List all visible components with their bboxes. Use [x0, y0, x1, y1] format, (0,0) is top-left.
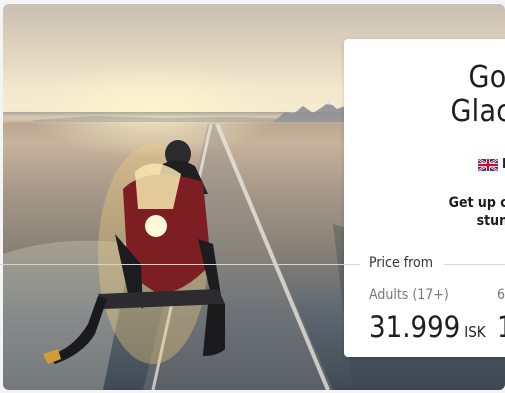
- child-age-label: 6: [497, 287, 505, 303]
- divider-right: [444, 264, 505, 265]
- language-indicator: I: [478, 157, 505, 172]
- uk-flag-icon: [478, 158, 498, 171]
- tour-title: Golc Glacier: [450, 60, 505, 129]
- tour-description: Get up close v stunni: [448, 195, 505, 229]
- child-price: 1: [497, 309, 505, 345]
- child-price-amount: 1: [497, 310, 505, 344]
- divider-left: [0, 264, 360, 265]
- adult-age-label: Adults (17+): [369, 287, 449, 303]
- tour-info-card: Golc Glacier I Get up close v stunni Pri…: [0, 39, 505, 357]
- adult-price-currency: ISK: [464, 323, 486, 341]
- tour-page: Golc Glacier I Get up close v stunni Pri…: [0, 0, 505, 393]
- adult-price-amount: 31.999: [369, 310, 461, 344]
- price-from-label: Price from: [369, 255, 433, 271]
- adult-price: 31.999 ISK: [369, 309, 486, 350]
